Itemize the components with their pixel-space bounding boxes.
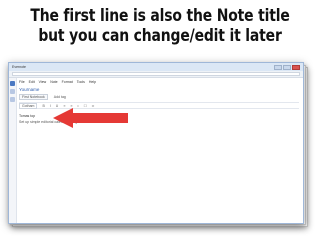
note-body-text[interactable]: Set up simple editorial calendar using E… [19, 119, 299, 125]
title-bar: Evernote [9, 63, 303, 71]
address-bar [9, 71, 303, 78]
menu-item-view[interactable]: View [39, 80, 47, 84]
checkbox-icon[interactable]: ☐ [84, 104, 87, 108]
menu-item-file[interactable]: File [19, 80, 25, 84]
sidebar-item-notes[interactable] [10, 81, 15, 86]
menu-item-tools[interactable]: Tools [77, 80, 85, 84]
caption: The first line is also the Note title bu… [29, 6, 291, 46]
note-meta-row: First Notebook Add tag [19, 94, 299, 100]
align-left-icon[interactable]: ≡ [63, 104, 65, 108]
note-body-area[interactable]: Tomas top Set up simple editorial calend… [19, 113, 299, 125]
sidebar [9, 78, 17, 223]
window-controls [274, 64, 300, 70]
note-editor: File Edit View Note Format Tools Help Yo… [19, 79, 299, 223]
note-title[interactable]: Yourname [19, 87, 299, 93]
add-tag-link[interactable]: Add tag [54, 95, 66, 99]
menu-item-help[interactable]: Help [89, 80, 96, 84]
menu-item-note[interactable]: Note [50, 80, 57, 84]
menu-item-format[interactable]: Format [62, 80, 73, 84]
bold-icon[interactable]: B [42, 104, 44, 108]
link-icon[interactable]: ∞ [92, 104, 95, 108]
caption-line-1: The first line is also the Note title [30, 6, 290, 26]
maximize-button[interactable] [283, 64, 291, 70]
bulleted-list-icon[interactable]: • [77, 104, 78, 108]
minimize-button[interactable] [274, 64, 282, 70]
menu-item-edit[interactable]: Edit [29, 80, 35, 84]
font-selector[interactable]: Gotham [19, 102, 38, 109]
align-center-icon[interactable]: ≡ [70, 104, 72, 108]
address-field[interactable] [12, 72, 300, 76]
caption-line-2: but you can change/edit it later [38, 26, 282, 46]
sidebar-item-notebooks[interactable] [10, 89, 15, 94]
evernote-window: Evernote File Edit View Note Format Tool… [8, 62, 304, 224]
menu-bar: File Edit View Note Format Tools Help [19, 79, 299, 84]
notebook-selector[interactable]: First Notebook [19, 94, 48, 100]
app-title: Evernote [12, 65, 27, 69]
underline-icon[interactable]: U [56, 104, 59, 108]
format-toolbar: Gotham B I U ≡ ≡ • ☐ ∞ [19, 102, 299, 109]
close-button[interactable] [292, 64, 300, 70]
italic-icon[interactable]: I [50, 104, 51, 108]
sidebar-item-tags[interactable] [10, 97, 15, 102]
